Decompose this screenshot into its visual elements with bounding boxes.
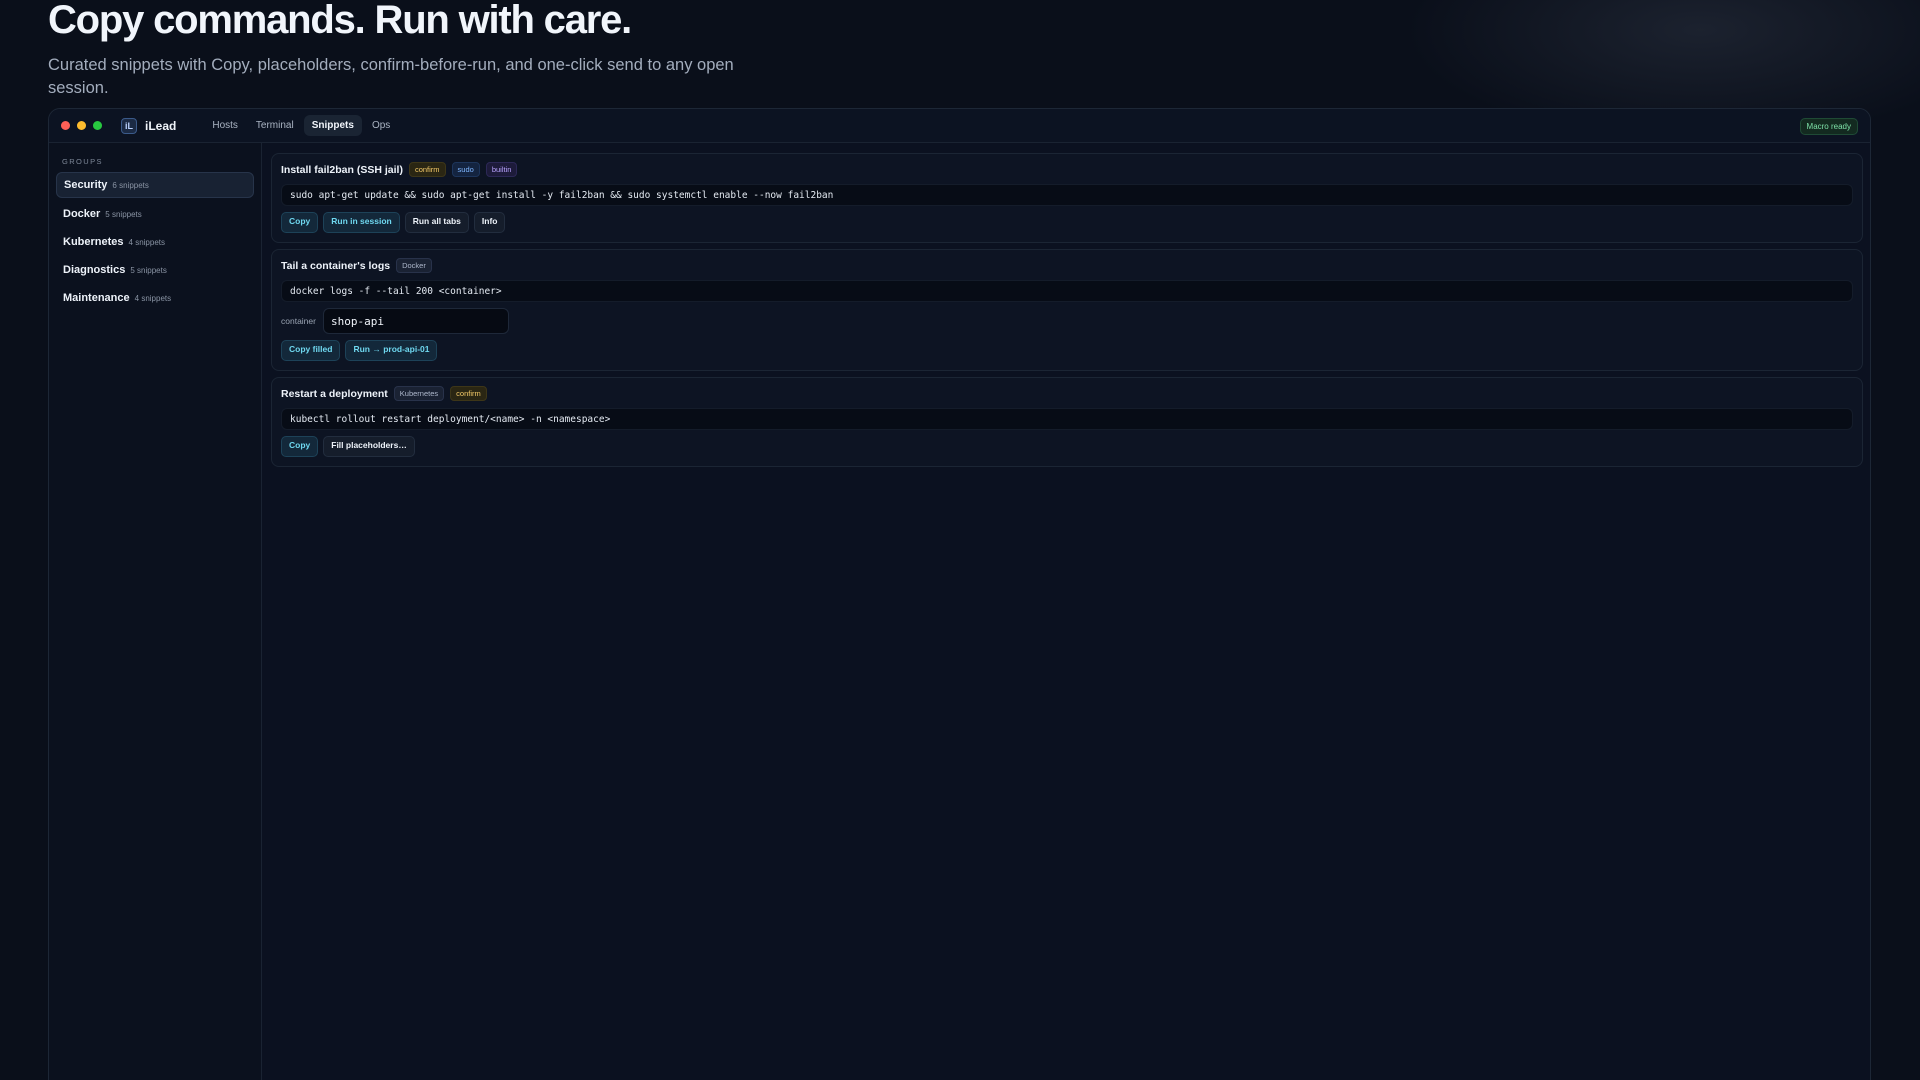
builtin-tag: builtin <box>485 162 518 177</box>
snippet-card-k8s-restart: Restart a deployment Kubernetes confirm … <box>271 377 1863 467</box>
page-subtitle: Curated snippets with Copy, placeholders… <box>48 56 734 97</box>
snippet-card-fail2ban: Install fail2ban (SSH jail) confirm sudo… <box>271 153 1863 243</box>
run-in-session-button[interactable]: Run in session <box>323 212 400 233</box>
copy-button[interactable]: Copy <box>281 436 319 457</box>
tab-snippets[interactable]: Snippets <box>303 115 362 136</box>
brand: iL iLead <box>121 117 177 134</box>
tab-hosts[interactable]: Hosts <box>204 115 246 136</box>
minimize-window-button[interactable] <box>77 121 86 130</box>
title-bar: iL iLead Hosts Terminal Snippets Ops Mac… <box>49 109 1870 143</box>
sidebar-item-security[interactable]: Security 6 snippets <box>56 172 254 198</box>
snippet-list: Install fail2ban (SSH jail) confirm sudo… <box>271 153 1863 473</box>
placeholder-label: container <box>281 316 316 326</box>
confirm-tag: confirm <box>408 162 446 177</box>
confirm-tag: confirm <box>450 386 487 401</box>
sidebar-item-count: 5 snippets <box>130 266 167 275</box>
sidebar-heading: GROUPS <box>62 157 103 166</box>
group-tag: Docker <box>396 258 432 273</box>
run-on-host-button[interactable]: Run → prod-api-01 <box>345 340 438 361</box>
command-block[interactable]: docker logs -f --tail 200 <container> <box>281 280 1853 302</box>
app-name: iLead <box>145 118 177 133</box>
tab-ops[interactable]: Ops <box>364 115 398 136</box>
snippet-title: Install fail2ban (SSH jail) <box>281 163 403 176</box>
sidebar-item-diagnostics[interactable]: Diagnostics 5 snippets <box>56 258 254 282</box>
status-badge: Macro ready <box>1799 118 1858 135</box>
group-tag: Kubernetes <box>393 386 445 401</box>
info-button[interactable]: Info <box>473 212 506 233</box>
fill-placeholders-button[interactable]: Fill placeholders… <box>323 436 415 457</box>
sudo-tag: sudo <box>451 162 480 177</box>
tab-terminal[interactable]: Terminal <box>248 115 302 136</box>
page-title: Copy commands. Run with care. <box>48 0 632 42</box>
command-block[interactable]: kubectl rollout restart deployment/<name… <box>281 408 1853 430</box>
maximize-window-button[interactable] <box>93 121 102 130</box>
snippet-title: Restart a deployment <box>281 387 388 400</box>
sidebar-item-count: 4 snippets <box>134 294 172 303</box>
sidebar-item-maintenance[interactable]: Maintenance 4 snippets <box>56 286 254 310</box>
sidebar-item-docker[interactable]: Docker 5 snippets <box>56 202 254 226</box>
sidebar-item-label: Diagnostics <box>63 264 126 276</box>
sidebar-item-count: 5 snippets <box>105 210 142 219</box>
sidebar-item-label: Security <box>64 179 108 191</box>
sidebar-item-label: Maintenance <box>63 292 130 304</box>
copy-button[interactable]: Copy <box>281 212 319 233</box>
snippet-title: Tail a container's logs <box>281 259 391 272</box>
sidebar-item-label: Docker <box>63 208 101 220</box>
sidebar-item-count: 6 snippets <box>112 181 149 190</box>
hero: Copy commands. Run with care. Curated sn… <box>48 0 768 100</box>
snippet-card-docker-logs: Tail a container's logs Docker docker lo… <box>271 249 1863 371</box>
top-nav: Hosts Terminal Snippets Ops <box>204 115 400 136</box>
sidebar-item-label: Kubernetes <box>63 236 124 248</box>
close-window-button[interactable] <box>61 121 70 130</box>
sidebar: GROUPS Security 6 snippets Docker 5 snip… <box>49 143 262 1080</box>
sidebar-item-count: 4 snippets <box>128 238 165 247</box>
sidebar-item-kubernetes[interactable]: Kubernetes 4 snippets <box>56 230 254 254</box>
app-logo-icon: iL <box>121 117 137 134</box>
command-block[interactable]: sudo apt-get update && sudo apt-get inst… <box>281 184 1853 206</box>
run-all-tabs-button[interactable]: Run all tabs <box>404 212 469 233</box>
copy-filled-button[interactable]: Copy filled <box>281 340 341 361</box>
app-window: iL iLead Hosts Terminal Snippets Ops Mac… <box>48 108 1871 1080</box>
container-input[interactable] <box>322 308 509 334</box>
